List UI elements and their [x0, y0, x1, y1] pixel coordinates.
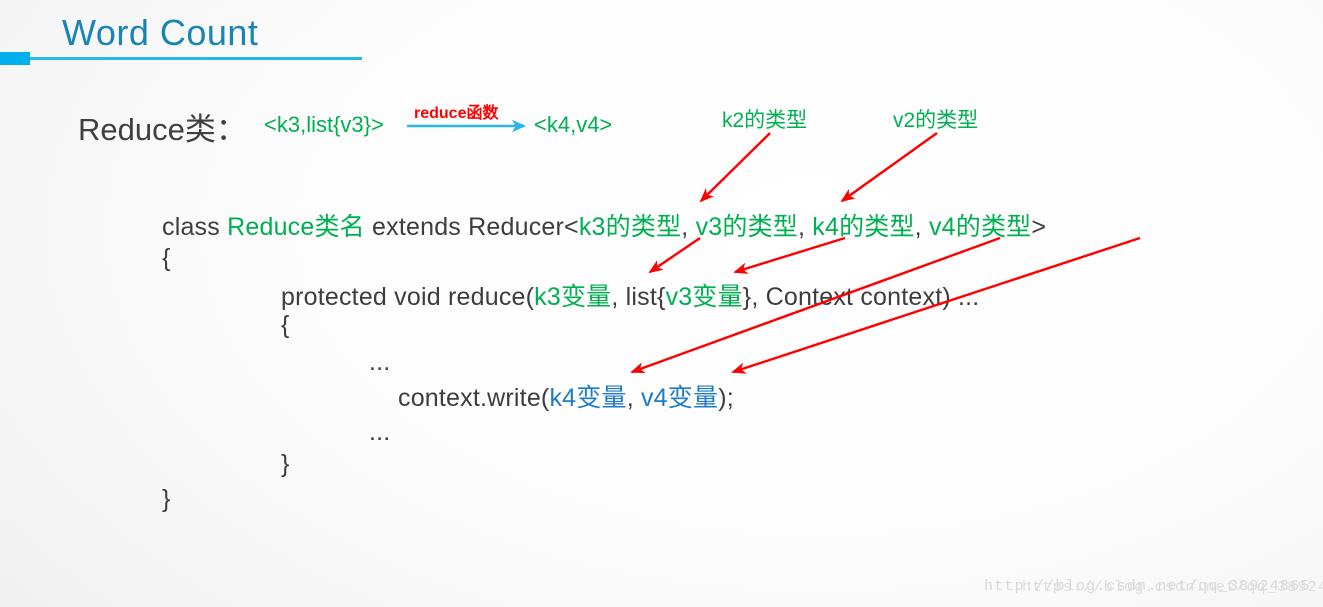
param-k3: k3变量 — [534, 283, 612, 311]
watermark-url-secondary: https://blog.csdn.net/qq_38924865 — [1022, 579, 1323, 596]
reduce-function-arrow-label: reduce函数 — [414, 105, 499, 122]
code-line-context-write: context.write(k4变量, v4变量); — [398, 378, 734, 414]
reduce-class-label: Reduce类： — [78, 112, 247, 147]
title-accent-square — [0, 52, 30, 65]
code-line-class-close-brace: } — [162, 485, 171, 513]
keyword-extends: extends Reducer — [364, 213, 565, 241]
context-write-close: ); — [718, 384, 734, 412]
code-line-class-open-brace: { — [162, 244, 171, 272]
generic-type-v3: v3的类型 — [695, 213, 798, 241]
context-write-call: context.write( — [398, 384, 550, 412]
arrow-k2-to-k3 — [699, 132, 771, 203]
keyword-class: class — [162, 213, 228, 241]
code-line-ellipsis-top: ... — [369, 348, 391, 376]
page-title: Word Count — [62, 12, 259, 53]
generic-type-k3: k3的类型 — [578, 213, 682, 241]
generic-close-bracket: > — [1031, 213, 1047, 241]
generic-separator-1: , — [681, 213, 696, 241]
param-separator-2: }, Context context) ... — [742, 283, 980, 311]
method-modifiers: protected void reduce( — [281, 283, 535, 311]
arrow-v2-to-v3 — [840, 132, 938, 203]
reduce-input-signature: <k3,list{v3}> — [264, 112, 384, 137]
slide-canvas: Word Count Reduce类： <k3,list{v3}> reduce… — [0, 0, 1323, 607]
arg-separator: , — [626, 384, 641, 412]
reduce-output-signature: <k4,v4> — [534, 112, 613, 137]
generic-separator-2: , — [797, 213, 813, 241]
arrow-k3type-to-k3var — [648, 237, 701, 274]
arg-v4: v4变量 — [640, 384, 719, 412]
code-line-reduce-method: protected void reduce(k3变量, list{v3变量}, … — [281, 277, 979, 313]
code-line-ellipsis-bottom: ... — [369, 418, 391, 446]
generic-type-v4: v4的类型 — [928, 213, 1032, 241]
arrow-v3type-to-v3var — [733, 236, 846, 274]
param-v3: v3变量 — [665, 283, 743, 311]
annotation-v2-type: v2的类型 — [893, 109, 979, 132]
generic-separator-3: , — [914, 213, 929, 241]
class-name: Reduce类名 — [227, 213, 365, 241]
generic-type-k4: k4的类型 — [812, 213, 915, 241]
code-line-class-declaration: class Reduce类名 extends Reducer<k3的类型, v3… — [162, 207, 1046, 243]
param-separator-1: , list{ — [611, 283, 666, 311]
title-accent-line — [30, 57, 362, 60]
code-line-method-close-brace: } — [281, 450, 290, 478]
arg-k4: k4变量 — [549, 384, 627, 412]
annotation-k2-type: k2的类型 — [722, 109, 808, 132]
generic-open-bracket: < — [564, 213, 579, 241]
code-line-method-open-brace: { — [281, 311, 290, 339]
